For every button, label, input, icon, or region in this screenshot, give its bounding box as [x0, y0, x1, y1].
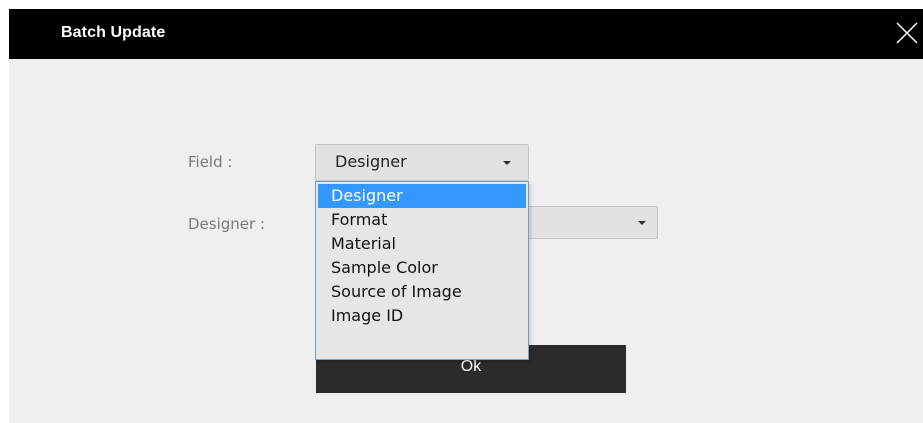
field-select-value: Designer	[335, 152, 407, 171]
dropdown-option-source-of-image[interactable]: Source of Image	[318, 280, 526, 304]
dropdown-option-designer[interactable]: Designer	[318, 184, 526, 208]
dropdown-option-sample-color[interactable]: Sample Color	[318, 256, 526, 280]
dropdown-option-format[interactable]: Format	[318, 208, 526, 232]
field-dropdown-list: Designer Format Material Sample Color So…	[315, 181, 529, 360]
chevron-down-icon	[503, 161, 511, 165]
dropdown-option-image-id[interactable]: Image ID	[318, 304, 526, 328]
designer-label: Designer :	[188, 215, 266, 233]
chevron-down-icon	[638, 221, 646, 225]
batch-update-dialog: Batch Update Field : Designer Designer :…	[9, 9, 923, 423]
dropdown-option-material[interactable]: Material	[318, 232, 526, 256]
title-bar: Batch Update	[9, 9, 923, 59]
dialog-title: Batch Update	[61, 24, 166, 41]
field-label: Field :	[188, 153, 233, 171]
ok-button-label: Ok	[460, 358, 482, 375]
field-select[interactable]: Designer	[315, 144, 529, 181]
close-icon[interactable]	[891, 17, 923, 49]
